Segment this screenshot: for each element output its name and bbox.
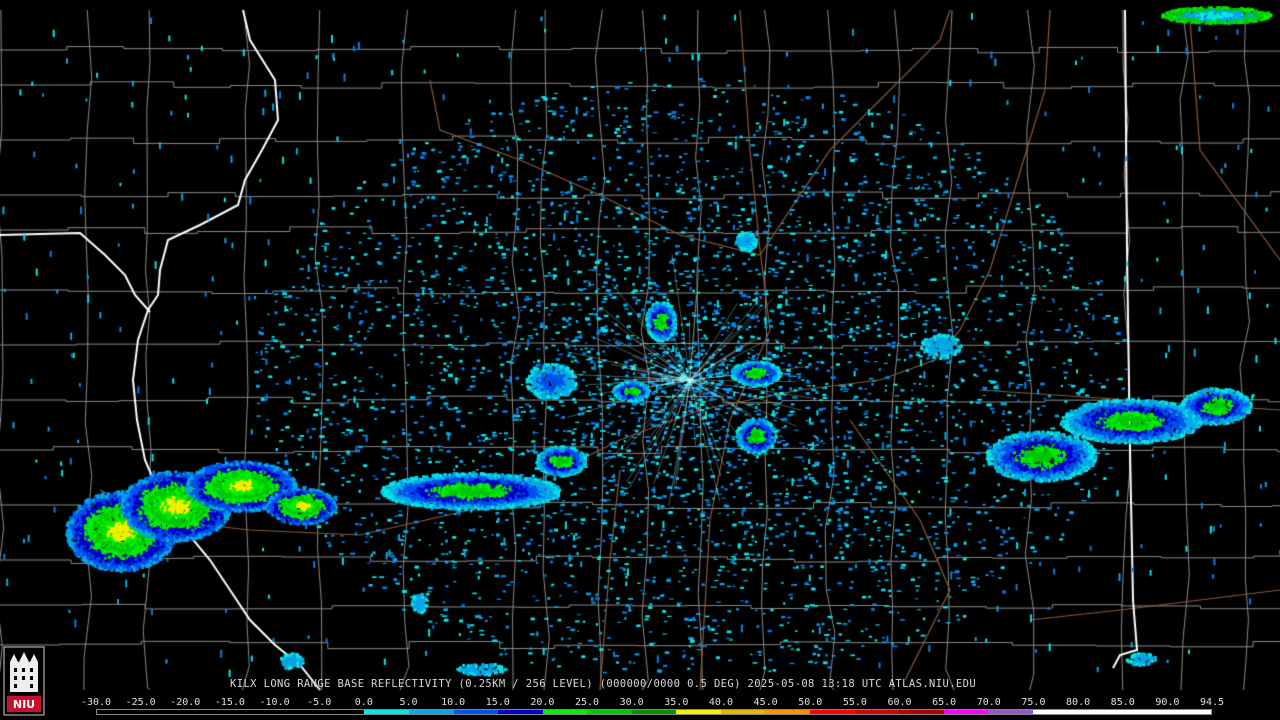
colorbar-segment: [631, 710, 677, 714]
reflectivity-colorbar: [96, 709, 1212, 715]
colorbar-segment: [186, 710, 231, 714]
scale-label: -25.0: [125, 697, 156, 708]
scale-label: 90.0: [1155, 697, 1180, 708]
scale-label: 85.0: [1110, 697, 1135, 708]
colorbar-segment: [988, 710, 1033, 714]
scale-label: -30.0: [80, 697, 112, 708]
product-caption: KILX LONG RANGE BASE REFLECTIVITY (0.25K…: [230, 678, 977, 690]
colorbar-segment: [275, 710, 320, 714]
colorbar-segment: [542, 710, 588, 714]
scale-label: 45.0: [753, 697, 778, 708]
scale-label: -10.0: [259, 697, 290, 708]
colorbar-segment: [230, 710, 276, 714]
colorbar-segment: [1077, 710, 1122, 714]
scale-label: 35.0: [664, 697, 689, 708]
radar-map-canvas: [0, 0, 1280, 720]
scale-label: 20.0: [530, 697, 555, 708]
scale-label: 0.0: [354, 697, 373, 708]
scale-label: 65.0: [932, 697, 957, 708]
colorbar-segment: [587, 710, 632, 714]
colorbar-segment: [97, 710, 142, 714]
scale-label: -15.0: [214, 697, 245, 708]
scale-label: 5.0: [399, 697, 418, 708]
logo-label: NIU: [13, 698, 35, 711]
colorbar-segment: [899, 710, 944, 714]
colorbar-segment: [453, 710, 499, 714]
colorbar-segment: [854, 710, 900, 714]
scale-label: 15.0: [485, 697, 510, 708]
colorbar-segment: [765, 710, 810, 714]
scale-label: 10.0: [441, 697, 466, 708]
colorbar-segment: [943, 710, 989, 714]
scale-label: 75.0: [1021, 697, 1046, 708]
colorbar-segment: [319, 710, 365, 714]
scale-label: 80.0: [1066, 697, 1091, 708]
university-seal-icon: NIU: [3, 646, 45, 716]
colorbar-segment: [1166, 710, 1212, 714]
scale-label: -5.0: [307, 697, 332, 708]
colorbar-segment: [498, 710, 543, 714]
colorbar-segment: [1032, 710, 1078, 714]
scale-label: 30.0: [619, 697, 644, 708]
colorbar-segment: [408, 710, 454, 714]
scale-label: 60.0: [887, 697, 912, 708]
scale-label: 25.0: [574, 697, 600, 708]
colorbar-segment: [676, 710, 721, 714]
scale-label: -20.0: [170, 697, 201, 708]
reflectivity-scale-labels: -30.0 -25.0 -20.0 -15.0 -10.0 -5.0 0.0 5.0 10.0 1…: [81, 697, 1224, 709]
colorbar-segment: [720, 710, 766, 714]
colorbar-segment: [1121, 710, 1167, 714]
colorbar-segment: [364, 710, 409, 714]
scale-label: 40.0: [708, 697, 733, 708]
colorbar-segment: [141, 710, 187, 714]
scale-label: 70.0: [976, 697, 1001, 708]
scale-label: 50.0: [798, 697, 823, 708]
scale-label: 94.5: [1199, 697, 1225, 708]
colorbar-segment: [810, 710, 855, 714]
scale-label: 55.0: [842, 697, 867, 708]
